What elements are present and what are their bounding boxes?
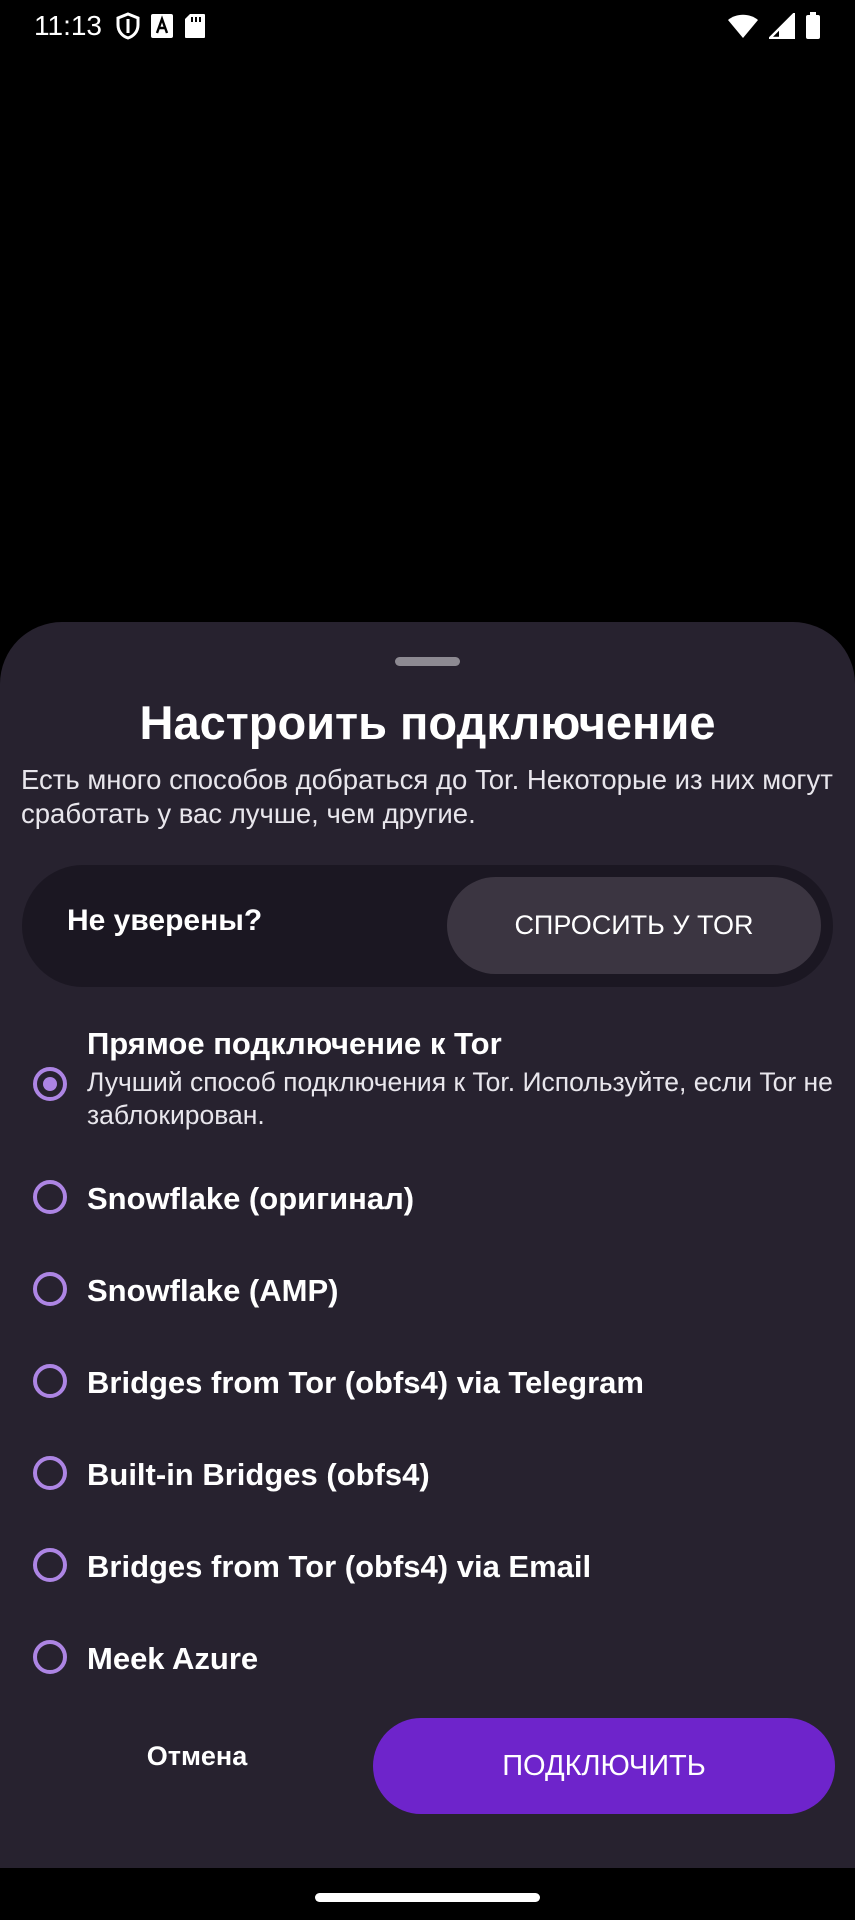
battery-icon xyxy=(805,12,821,40)
status-bar-right xyxy=(727,12,821,40)
sd-card-icon xyxy=(184,13,206,39)
cell-signal-icon xyxy=(769,13,795,39)
option-direct[interactable]: Прямое подключение к Tor Лучший способ п… xyxy=(0,1023,855,1133)
option-snowflake-original[interactable]: Snowflake (оригинал) xyxy=(0,1177,855,1227)
option-description: Лучший способ подключения к Tor. Использ… xyxy=(87,1067,833,1130)
radio-button[interactable] xyxy=(33,1456,67,1490)
sheet-drag-handle[interactable] xyxy=(395,657,460,666)
option-title: Bridges from Tor (obfs4) via Telegram xyxy=(87,1365,644,1400)
option-bridges-telegram[interactable]: Bridges from Tor (obfs4) via Telegram xyxy=(0,1361,855,1411)
status-time: 11:13 xyxy=(34,10,102,41)
option-snowflake-amp[interactable]: Snowflake (AMP) xyxy=(0,1269,855,1319)
option-title: Built-in Bridges (obfs4) xyxy=(87,1457,430,1492)
option-bridges-email[interactable]: Bridges from Tor (obfs4) via Email xyxy=(0,1545,855,1595)
home-indicator[interactable] xyxy=(315,1893,540,1902)
shield-icon xyxy=(116,12,140,40)
connect-button[interactable]: ПОДКЛЮЧИТЬ xyxy=(373,1718,835,1814)
option-title: Bridges from Tor (obfs4) via Email xyxy=(87,1549,592,1584)
option-title: Прямое подключение к Tor xyxy=(87,1026,502,1061)
option-meek-azure[interactable]: Meek Azure xyxy=(0,1637,855,1687)
sheet-description: Есть много способов добраться до Tor. Не… xyxy=(21,764,833,829)
radio-button-selected[interactable] xyxy=(33,1067,67,1101)
option-title: Snowflake (оригинал) xyxy=(87,1181,415,1216)
sheet-title: Настроить подключение xyxy=(139,696,716,749)
ask-tor-button[interactable]: СПРОСИТЬ У TOR xyxy=(447,877,821,974)
connection-sheet: Настроить подключение Есть много способо… xyxy=(0,622,855,1868)
font-a-icon xyxy=(150,13,174,39)
cancel-button[interactable]: Отмена xyxy=(82,1718,312,1794)
status-bar: 11:13 xyxy=(0,0,855,52)
radio-button[interactable] xyxy=(33,1272,67,1306)
option-builtin-bridges[interactable]: Built-in Bridges (obfs4) xyxy=(0,1453,855,1503)
radio-button[interactable] xyxy=(33,1364,67,1398)
radio-button[interactable] xyxy=(33,1180,67,1214)
unsure-label: Не уверены? xyxy=(67,904,263,937)
radio-button[interactable] xyxy=(33,1548,67,1582)
status-bar-left: 11:13 xyxy=(34,10,206,42)
radio-button[interactable] xyxy=(33,1640,67,1674)
unsure-card: Не уверены? СПРОСИТЬ У TOR xyxy=(22,865,833,987)
option-title: Meek Azure xyxy=(87,1641,259,1676)
wifi-icon xyxy=(727,13,759,39)
navigation-bar xyxy=(0,1868,855,1920)
option-title: Snowflake (AMP) xyxy=(87,1273,339,1308)
